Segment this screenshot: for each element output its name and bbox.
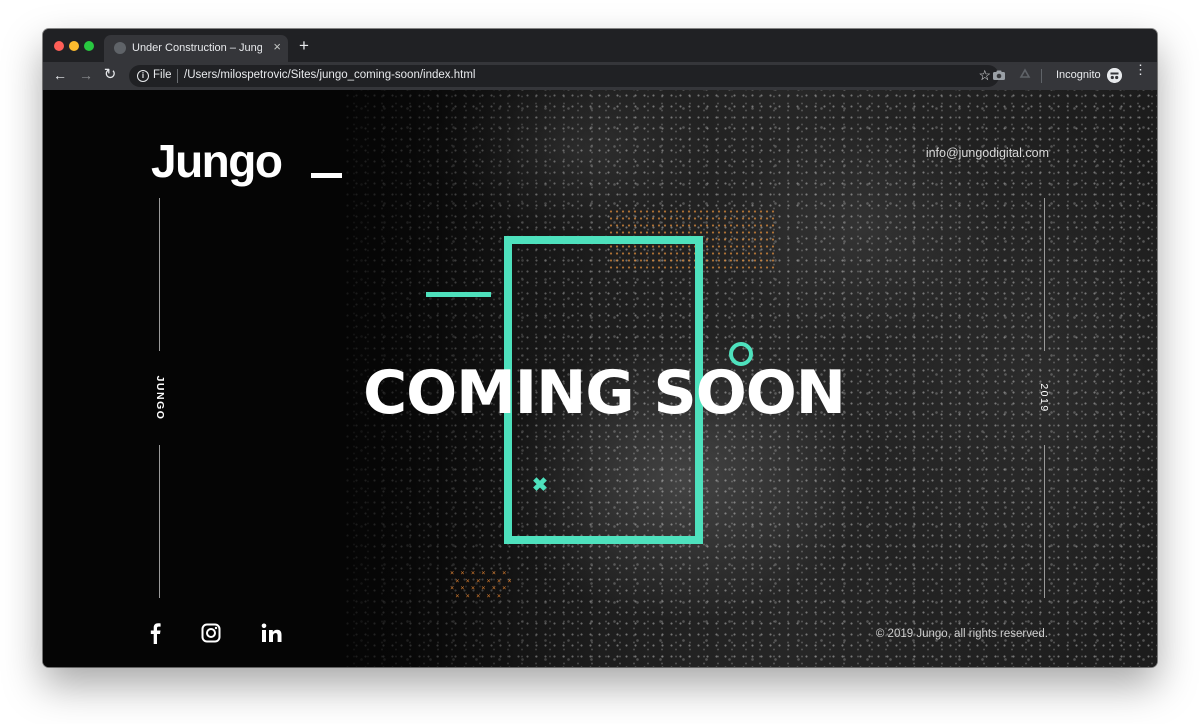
logo[interactable]: Jungo [151,134,283,188]
accent-dash [426,292,491,297]
forward-button[interactable]: → [77,66,95,84]
linkedin-icon[interactable] [261,622,283,644]
page-content: × × × × × × × × × × × × × × × × × × × × … [43,90,1157,667]
right-divider-bottom [1044,445,1045,598]
menu-icon[interactable]: ⋮ [1134,63,1147,76]
logo-underscore [311,173,342,178]
tab-strip: Under Construction – Jungo_ × + [43,29,1157,62]
close-tab-icon[interactable]: × [273,40,281,54]
tab-title: Under Construction – Jungo_ [132,42,262,54]
incognito-icon[interactable] [1107,68,1122,83]
info-icon[interactable]: i [137,70,149,82]
email-link[interactable]: info@jungodigital.com [926,146,1049,160]
url-scheme-label: File [153,69,172,81]
reload-button[interactable]: ↻ [101,66,119,84]
incognito-label: Incognito [1056,69,1101,81]
facebook-icon[interactable] [149,622,161,644]
left-divider-top [159,198,160,351]
instagram-icon[interactable] [201,622,221,644]
maximize-window-button[interactable] [84,41,94,51]
back-button[interactable]: ← [51,66,69,84]
camera-icon[interactable] [992,68,1006,82]
address-bar[interactable]: i File /Users/milospetrovic/Sites/jungo_… [129,65,999,87]
browser-window: Under Construction – Jungo_ × + ← → ↻ i … [43,29,1157,667]
new-tab-button[interactable]: + [299,37,309,54]
tab-active[interactable]: Under Construction – Jungo_ × [104,35,288,62]
accent-x-icon: ✖ [532,475,548,496]
toolbar-separator [1041,69,1042,83]
globe-icon [114,42,126,54]
copyright-text: © 2019 Jungo, all rights reserved. [875,628,1048,640]
close-window-button[interactable] [54,41,64,51]
minimize-window-button[interactable] [69,41,79,51]
url-text[interactable]: /Users/milospetrovic/Sites/jungo_coming-… [184,69,475,81]
url-separator [177,69,178,83]
left-divider-bottom [159,445,160,598]
bookmark-star-icon[interactable]: ☆ [978,67,991,84]
cross-pattern-decoration: × × × × × × × × × × × × × × × × × × × × … [450,569,513,600]
recycle-icon[interactable] [1018,68,1032,82]
browser-toolbar: ← → ↻ i File /Users/milospetrovic/Sites/… [43,62,1157,90]
right-divider-top [1044,198,1045,351]
headline: COMING SOON [363,358,846,428]
